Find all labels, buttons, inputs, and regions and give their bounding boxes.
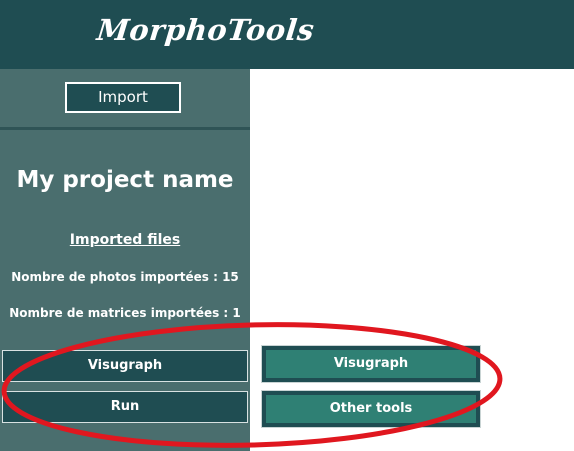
- app-title: MorphoTools: [95, 13, 317, 47]
- project-name: My project name: [16, 167, 234, 193]
- imported-files-heading: Imported files: [69, 232, 181, 248]
- sidebar-divider: [0, 127, 250, 130]
- main-visugraph-button[interactable]: Visugraph: [261, 345, 481, 383]
- other-tools-button[interactable]: Other tools: [261, 390, 481, 428]
- import-button[interactable]: Import: [65, 82, 181, 113]
- photos-count: Nombre de photos importées : 15: [11, 270, 239, 284]
- sidebar-visugraph-button[interactable]: Visugraph: [2, 350, 248, 382]
- sidebar: Import My project name Imported files No…: [0, 69, 250, 451]
- run-button[interactable]: Run: [2, 391, 248, 423]
- app-header: MorphoTools: [0, 0, 574, 69]
- matrices-count: Nombre de matrices importées : 1: [9, 306, 241, 320]
